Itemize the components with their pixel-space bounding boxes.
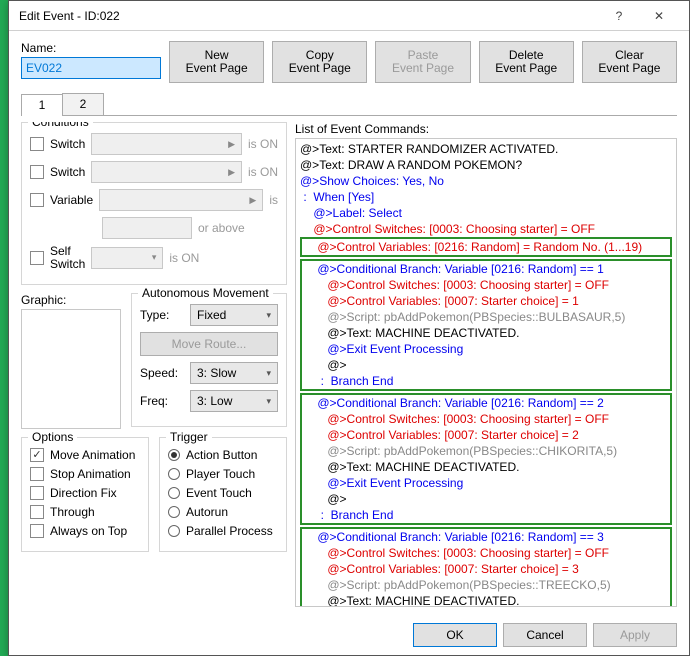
apply-button: Apply — [593, 623, 677, 647]
highlight-box: @>Conditional Branch: Variable [0216: Ra… — [300, 259, 672, 391]
switch2-label: Switch — [50, 165, 85, 179]
titlebar: Edit Event - ID:022 ? ✕ — [9, 1, 689, 31]
autonomous-legend: Autonomous Movement — [138, 286, 273, 300]
graphic-legend: Graphic: — [21, 293, 121, 307]
trigger-parallel-radio[interactable] — [168, 525, 180, 537]
tab-1[interactable]: 1 — [21, 94, 63, 116]
variable-value-input — [102, 217, 192, 239]
speed-select[interactable]: 3: Slow▾ — [190, 362, 278, 384]
cmd-line[interactable]: @> — [304, 491, 668, 507]
cmd-line[interactable]: @>Control Switches: [0003: Choosing star… — [304, 411, 668, 427]
cmd-line[interactable]: @>Control Switches: [0003: Choosing star… — [300, 221, 672, 237]
command-list[interactable]: @>Text: STARTER RANDOMIZER ACTIVATED. @>… — [295, 138, 677, 607]
cmd-line[interactable]: @>Script: pbAddPokemon(PBSpecies::CHIKOR… — [304, 443, 668, 459]
conditions-group: Conditions Switch ▶ is ON Switch ▶ is ON — [21, 122, 287, 285]
command-list-label: List of Event Commands: — [295, 122, 677, 136]
paste-page-button: Paste Event Page — [375, 41, 470, 83]
through-checkbox[interactable] — [30, 505, 44, 519]
graphic-preview[interactable] — [21, 309, 121, 429]
cmd-line[interactable]: @>Conditional Branch: Variable [0216: Ra… — [304, 395, 668, 411]
conditions-legend: Conditions — [28, 122, 93, 129]
chevron-down-icon: ▾ — [266, 368, 271, 379]
autonomous-group: Autonomous Movement Type: Fixed▾ Move Ro… — [131, 293, 287, 427]
cmd-line[interactable]: @>Exit Event Processing — [304, 475, 668, 491]
trigger-group: Trigger Action Button Player Touch Event… — [159, 437, 287, 552]
cmd-line[interactable]: @>Label: Select — [300, 205, 672, 221]
highlight-box: @>Conditional Branch: Variable [0216: Ra… — [300, 527, 672, 606]
edit-event-dialog: Edit Event - ID:022 ? ✕ Name: New Event … — [8, 0, 690, 656]
trigger-player-radio[interactable] — [168, 468, 180, 480]
delete-page-button[interactable]: Delete Event Page — [479, 41, 574, 83]
direction-fix-checkbox[interactable] — [30, 486, 44, 500]
highlight-box: @>Control Variables: [0216: Random] = Ra… — [300, 237, 672, 257]
page-tabs: 1 2 — [21, 93, 677, 116]
new-page-button[interactable]: New Event Page — [169, 41, 264, 83]
cmd-line[interactable]: @>Text: DRAW A RANDOM POKEMON? — [300, 157, 672, 173]
dialog-title: Edit Event - ID:022 — [19, 9, 599, 23]
cmd-line[interactable]: @>Text: MACHINE DEACTIVATED. — [304, 459, 668, 475]
tab-2[interactable]: 2 — [62, 93, 104, 115]
chevron-down-icon: ▾ — [152, 252, 157, 263]
close-icon[interactable]: ✕ — [639, 2, 679, 30]
cmd-line[interactable]: @>Text: STARTER RANDOMIZER ACTIVATED. — [300, 141, 672, 157]
trigger-autorun-radio[interactable] — [168, 506, 180, 518]
chevron-down-icon: ▾ — [266, 310, 271, 321]
cmd-line[interactable]: @>Script: pbAddPokemon(PBSpecies::TREECK… — [304, 577, 668, 593]
self-switch-checkbox[interactable] — [30, 251, 44, 265]
self-switch-label: Self Switch — [50, 245, 85, 270]
cmd-line[interactable]: @>Exit Event Processing — [304, 341, 668, 357]
cmd-line[interactable]: @>Show Choices: Yes, No — [300, 173, 672, 189]
switch2-dropdown: ▶ — [91, 161, 242, 183]
trigger-action-radio[interactable] — [168, 449, 180, 461]
chevron-down-icon: ▾ — [266, 396, 271, 407]
stop-animation-checkbox[interactable] — [30, 467, 44, 481]
name-label: Name: — [21, 41, 161, 55]
cmd-line[interactable]: @> — [304, 357, 668, 373]
cmd-line[interactable]: @>Conditional Branch: Variable [0216: Ra… — [304, 261, 668, 277]
event-name-input[interactable] — [21, 57, 161, 79]
cmd-line[interactable]: @>Text: MACHINE DEACTIVATED. — [304, 325, 668, 341]
switch1-checkbox[interactable] — [30, 137, 44, 151]
variable-label: Variable — [50, 193, 93, 207]
move-route-button: Move Route... — [140, 332, 278, 356]
move-animation-checkbox[interactable] — [30, 448, 44, 462]
always-on-top-checkbox[interactable] — [30, 524, 44, 538]
cancel-button[interactable]: Cancel — [503, 623, 587, 647]
trigger-event-radio[interactable] — [168, 487, 180, 499]
cmd-line[interactable]: @>Control Switches: [0003: Choosing star… — [304, 277, 668, 293]
cmd-line[interactable]: @>Control Variables: [0007: Starter choi… — [304, 427, 668, 443]
move-type-select[interactable]: Fixed▾ — [190, 304, 278, 326]
help-icon[interactable]: ? — [599, 2, 639, 30]
variable-checkbox[interactable] — [30, 193, 44, 207]
cmd-line[interactable]: @>Conditional Branch: Variable [0216: Ra… — [304, 529, 668, 545]
cmd-line[interactable]: @>Text: MACHINE DEACTIVATED. — [304, 593, 668, 606]
copy-page-button[interactable]: Copy Event Page — [272, 41, 367, 83]
switch1-dropdown: ▶ — [91, 133, 242, 155]
cmd-line[interactable]: @>Control Switches: [0003: Choosing star… — [304, 545, 668, 561]
cmd-line[interactable]: @>Script: pbAddPokemon(PBSpecies::BULBAS… — [304, 309, 668, 325]
freq-select[interactable]: 3: Low▾ — [190, 390, 278, 412]
ok-button[interactable]: OK — [413, 623, 497, 647]
self-switch-dropdown: ▾ — [91, 247, 163, 269]
options-group: Options Move Animation Stop Animation Di… — [21, 437, 149, 552]
cmd-line[interactable]: @>Control Variables: [0216: Random] = Ra… — [304, 239, 668, 255]
switch1-label: Switch — [50, 137, 85, 151]
cmd-line[interactable]: @>Control Variables: [0007: Starter choi… — [304, 293, 668, 309]
switch2-checkbox[interactable] — [30, 165, 44, 179]
variable-dropdown: ▶ — [99, 189, 263, 211]
cmd-line[interactable]: : Branch End — [304, 507, 668, 523]
clear-page-button[interactable]: Clear Event Page — [582, 41, 677, 83]
cmd-line[interactable]: : When [Yes] — [300, 189, 672, 205]
cmd-line[interactable]: @>Control Variables: [0007: Starter choi… — [304, 561, 668, 577]
cmd-line[interactable]: : Branch End — [304, 373, 668, 389]
highlight-box: @>Conditional Branch: Variable [0216: Ra… — [300, 393, 672, 525]
